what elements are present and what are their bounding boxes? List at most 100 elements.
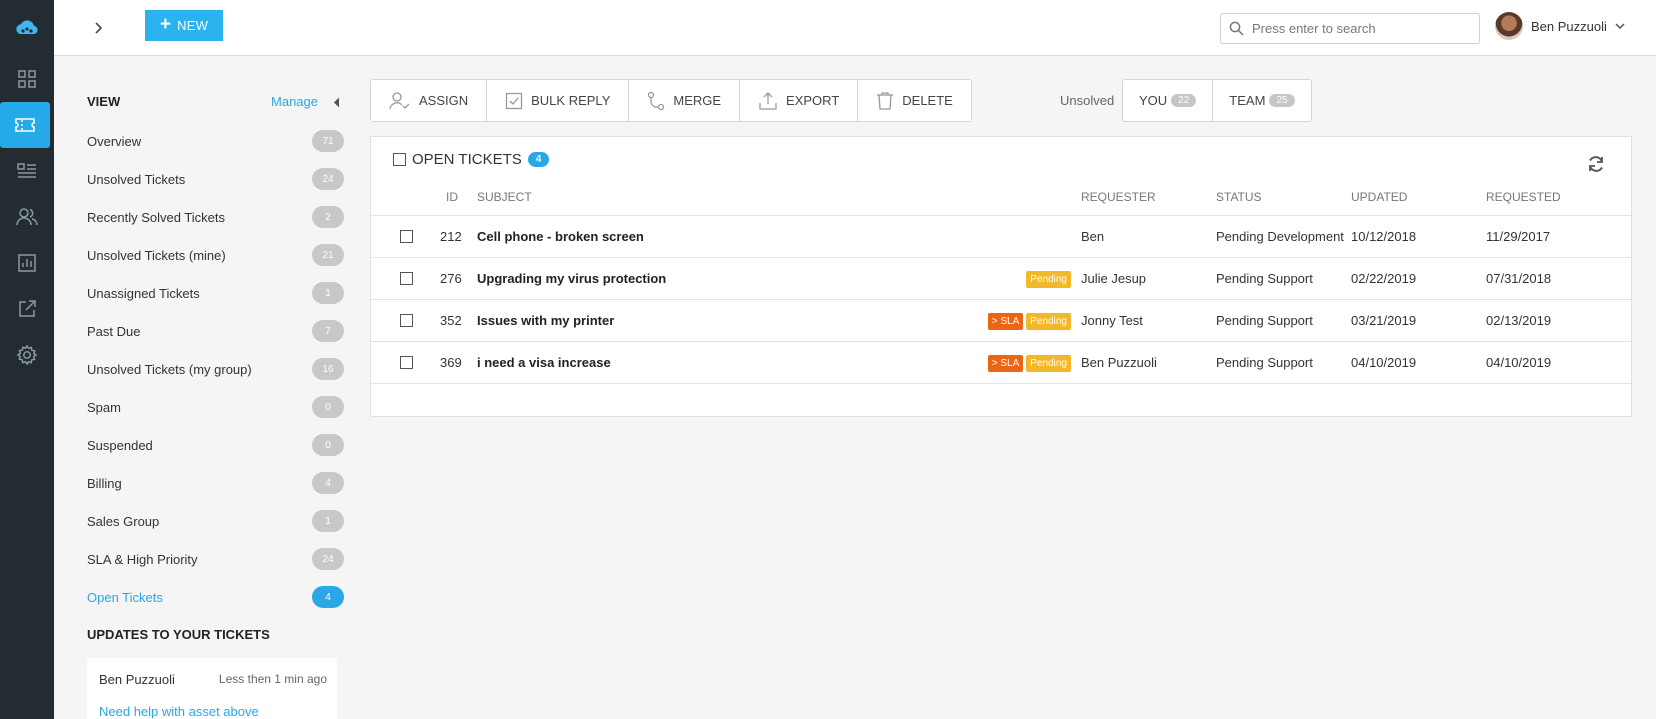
- filter-you-label: YOU: [1139, 93, 1168, 108]
- update-author: Ben Puzzuoli: [99, 672, 175, 687]
- table-row[interactable]: 212 Cell phone - broken screen Ben Pendi…: [371, 216, 1631, 258]
- user-menu[interactable]: Ben Puzzuoli: [1495, 12, 1625, 40]
- view-item-spam[interactable]: Spam 0: [87, 388, 344, 426]
- rail-external[interactable]: [0, 286, 54, 332]
- view-item-unsolved-mine[interactable]: Unsolved Tickets (mine) 21: [87, 236, 344, 274]
- bulk-reply-button[interactable]: BULK REPLY: [487, 80, 630, 121]
- bulk-reply-label: BULK REPLY: [531, 93, 611, 108]
- column-header-requester[interactable]: REQUESTER: [1081, 190, 1156, 204]
- view-count-badge: 7: [312, 320, 344, 342]
- rail-users[interactable]: [0, 194, 54, 240]
- checkbox-icon: [505, 92, 523, 109]
- column-header-subject[interactable]: SUBJECT: [477, 190, 532, 204]
- view-item-label: Unsolved Tickets (my group): [87, 361, 252, 377]
- view-item-suspended[interactable]: Suspended 0: [87, 426, 344, 464]
- ticket-tags: Pending: [1023, 270, 1071, 288]
- ticket-tags: > SLA Pending: [985, 312, 1071, 330]
- assign-button[interactable]: ASSIGN: [371, 80, 488, 121]
- collapse-sidebar-button[interactable]: [333, 96, 340, 111]
- ticket-id: 352: [440, 313, 462, 328]
- pending-tag: Pending: [1026, 271, 1071, 288]
- row-checkbox[interactable]: [400, 230, 413, 243]
- row-checkbox[interactable]: [400, 356, 413, 369]
- filter-team-button[interactable]: TEAM 25: [1213, 80, 1310, 121]
- chevron-down-icon: [1615, 23, 1625, 29]
- view-count-badge: 1: [312, 510, 344, 532]
- manage-views-link[interactable]: Manage: [271, 94, 318, 109]
- view-item-past-due[interactable]: Past Due 7: [87, 312, 344, 350]
- app-logo[interactable]: [0, 0, 54, 56]
- view-item-unassigned[interactable]: Unassigned Tickets 1: [87, 274, 344, 312]
- update-time: Less then 1 min ago: [218, 672, 327, 686]
- export-button[interactable]: EXPORT: [740, 80, 859, 121]
- merge-icon: [648, 91, 665, 110]
- ticket-updated: 02/22/2019: [1351, 271, 1417, 286]
- row-checkbox[interactable]: [400, 314, 413, 327]
- view-item-recently-solved[interactable]: Recently Solved Tickets 2: [87, 198, 344, 236]
- view-item-sla-high-priority[interactable]: SLA & High Priority 24: [87, 540, 344, 578]
- ticket-subject[interactable]: Upgrading my virus protection: [477, 271, 666, 286]
- ticket-updated: 04/10/2019: [1351, 355, 1417, 370]
- select-all-checkbox[interactable]: [393, 153, 406, 166]
- row-checkbox[interactable]: [400, 272, 413, 285]
- search-box[interactable]: [1220, 13, 1480, 44]
- view-item-open-tickets[interactable]: Open Tickets 4: [87, 578, 344, 616]
- refresh-button[interactable]: [1587, 155, 1605, 176]
- ticket-requested: 11/29/2017: [1486, 229, 1551, 244]
- view-count-badge: 2: [312, 206, 344, 228]
- ticket-subject[interactable]: Cell phone - broken screen: [477, 229, 644, 244]
- rail-dashboard[interactable]: [0, 56, 54, 102]
- table-row[interactable]: 276 Upgrading my virus protection Pendin…: [371, 258, 1631, 300]
- rail-reports[interactable]: [0, 240, 54, 286]
- unsolved-label: Unsolved: [1060, 93, 1115, 108]
- list-document-icon: [17, 163, 36, 178]
- merge-label: MERGE: [673, 93, 722, 108]
- ticket-requester: Ben: [1081, 229, 1105, 244]
- rail-settings[interactable]: [0, 332, 54, 378]
- column-header-status[interactable]: STATUS: [1216, 190, 1262, 204]
- new-ticket-button[interactable]: + NEW: [145, 10, 223, 41]
- sla-breach-tag: > SLA: [987, 355, 1024, 372]
- view-item-label: Sales Group: [87, 513, 160, 529]
- view-item-overview[interactable]: Overview 71: [87, 122, 344, 160]
- view-item-label: Unassigned Tickets: [87, 285, 200, 301]
- table-row[interactable]: 352 Issues with my printer > SLA Pending …: [371, 300, 1631, 342]
- merge-button[interactable]: MERGE: [629, 80, 741, 121]
- dashboard-grid-icon: [18, 70, 36, 88]
- rail-knowledge-base[interactable]: [0, 148, 54, 194]
- ticket-subject[interactable]: Issues with my printer: [477, 313, 614, 328]
- expand-sidebar-button[interactable]: [88, 18, 108, 38]
- view-item-label: Spam: [87, 399, 121, 415]
- view-item-label: Past Due: [87, 323, 141, 339]
- plus-icon: +: [159, 14, 172, 35]
- unsolved-filter-group: YOU 22 TEAM 25: [1122, 79, 1312, 122]
- ticket-requester: Julie Jesup: [1081, 271, 1147, 286]
- ticket-icon: [15, 118, 35, 132]
- views-sidebar: VIEW Manage Overview 71 Unsolved Tickets 2…: [54, 56, 354, 719]
- column-header-updated[interactable]: UPDATED: [1351, 190, 1407, 204]
- update-card[interactable]: Ben Puzzuoli Less then 1 min ago Need he…: [87, 658, 337, 719]
- trash-icon: [877, 91, 894, 110]
- pending-tag: Pending: [1026, 313, 1071, 330]
- column-header-id[interactable]: ID: [446, 190, 458, 204]
- column-header-requested[interactable]: REQUESTED: [1486, 190, 1561, 204]
- chevron-left-icon: [334, 97, 339, 108]
- rail-tickets[interactable]: [0, 102, 50, 148]
- ticket-subject[interactable]: i need a visa increase: [477, 355, 611, 370]
- view-item-sales-group[interactable]: Sales Group 1: [87, 502, 344, 540]
- user-name: Ben Puzzuoli: [1531, 18, 1607, 34]
- view-item-label: SLA & High Priority: [87, 551, 198, 567]
- view-item-unsolved-tickets[interactable]: Unsolved Tickets 24: [87, 160, 344, 198]
- view-count-badge: 21: [312, 244, 344, 266]
- assign-label: ASSIGN: [419, 93, 469, 108]
- sla-breach-tag: > SLA: [987, 313, 1024, 330]
- search-input[interactable]: [1252, 21, 1472, 36]
- filter-you-button[interactable]: YOU 22: [1123, 80, 1214, 121]
- view-item-billing[interactable]: Billing 4: [87, 464, 344, 502]
- table-row[interactable]: 369 i need a visa increase > SLA Pending …: [371, 342, 1631, 384]
- view-item-unsolved-my-group[interactable]: Unsolved Tickets (my group) 16: [87, 350, 344, 388]
- delete-button[interactable]: DELETE: [858, 80, 971, 121]
- update-message-link[interactable]: Need help with asset above: [99, 704, 259, 719]
- view-item-label: Recently Solved Tickets: [87, 209, 226, 225]
- view-count-badge: 4: [312, 472, 344, 494]
